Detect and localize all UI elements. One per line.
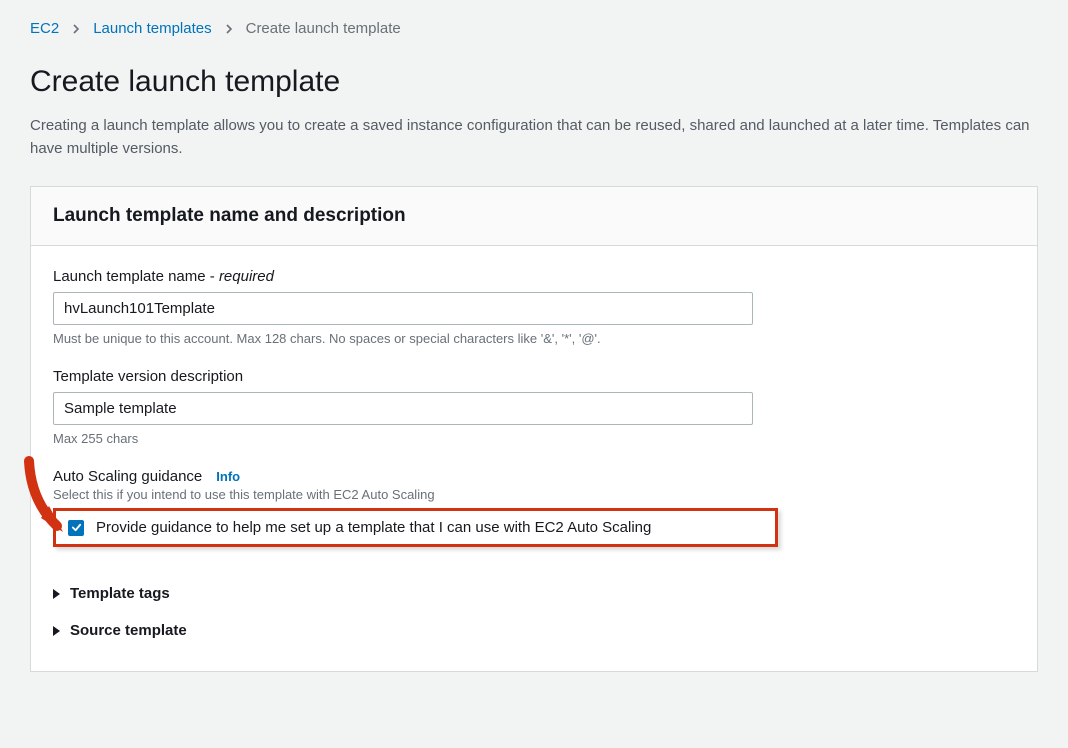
info-link[interactable]: Info (216, 469, 240, 484)
version-description-input[interactable] (53, 392, 753, 425)
field-template-name: Launch template name - required Must be … (53, 268, 1015, 346)
auto-scaling-label: Auto Scaling guidance (53, 468, 202, 485)
auto-scaling-highlight: Provide guidance to help me set up a tem… (53, 508, 778, 547)
page-title: Create launch template (30, 65, 1038, 99)
template-name-hint: Must be unique to this account. Max 128 … (53, 331, 1015, 346)
chevron-right-icon (71, 24, 81, 34)
panel-heading: Launch template name and description (53, 205, 1015, 227)
caret-right-icon (53, 589, 60, 599)
version-description-label: Template version description (53, 368, 1015, 385)
auto-scaling-checkbox-label[interactable]: Provide guidance to help me set up a tem… (96, 519, 651, 536)
expando-template-tags[interactable]: Template tags (53, 575, 1015, 612)
breadcrumb-link-ec2[interactable]: EC2 (30, 20, 59, 37)
panel-name-description: Launch template name and description Lau… (30, 186, 1038, 672)
template-tags-label: Template tags (70, 585, 170, 602)
template-name-input[interactable] (53, 292, 753, 325)
version-description-hint: Max 255 chars (53, 431, 1015, 446)
section-auto-scaling: Auto Scaling guidance Info Select this i… (53, 468, 1015, 547)
panel-header: Launch template name and description (31, 187, 1037, 246)
page-description: Creating a launch template allows you to… (30, 115, 1030, 160)
caret-right-icon (53, 626, 60, 636)
expando-source-template[interactable]: Source template (53, 612, 1015, 649)
auto-scaling-checkbox[interactable] (68, 520, 84, 536)
breadcrumb-current: Create launch template (246, 20, 401, 37)
template-name-label: Launch template name - required (53, 268, 1015, 285)
auto-scaling-hint: Select this if you intend to use this te… (53, 487, 1015, 502)
source-template-label: Source template (70, 622, 187, 639)
chevron-right-icon (224, 24, 234, 34)
breadcrumb: EC2 Launch templates Create launch templ… (30, 20, 1038, 37)
field-version-description: Template version description Max 255 cha… (53, 368, 1015, 446)
breadcrumb-link-launch-templates[interactable]: Launch templates (93, 20, 211, 37)
